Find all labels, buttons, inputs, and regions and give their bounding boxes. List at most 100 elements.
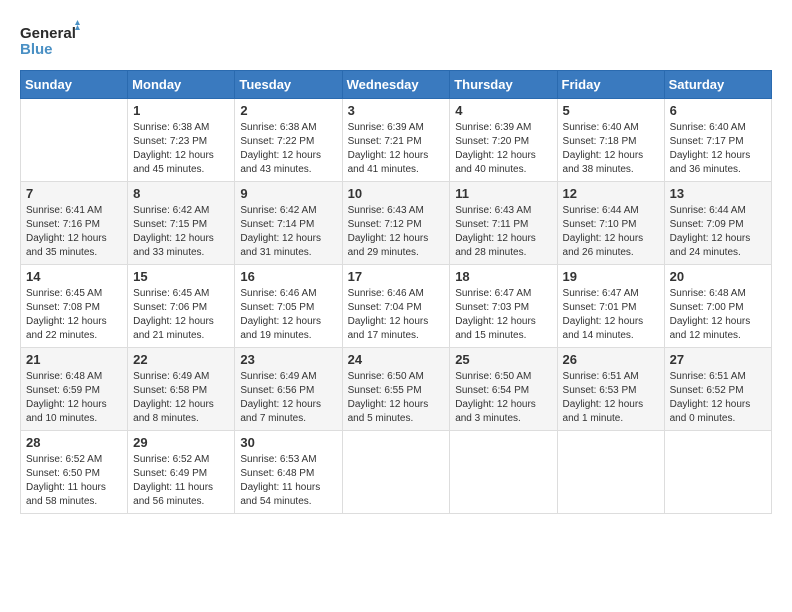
calendar-cell: 21 Sunrise: 6:48 AMSunset: 6:59 PMDaylig… — [21, 348, 128, 431]
calendar-cell: 3 Sunrise: 6:39 AMSunset: 7:21 PMDayligh… — [342, 99, 450, 182]
day-info: Sunrise: 6:40 AMSunset: 7:17 PMDaylight:… — [670, 121, 766, 177]
day-info: Sunrise: 6:49 AMSunset: 6:56 PMDaylight:… — [240, 370, 336, 426]
calendar-week-2: 7 Sunrise: 6:41 AMSunset: 7:16 PMDayligh… — [21, 182, 772, 265]
column-header-monday: Monday — [128, 71, 235, 99]
day-info: Sunrise: 6:51 AMSunset: 6:53 PMDaylight:… — [563, 370, 659, 426]
calendar-cell: 2 Sunrise: 6:38 AMSunset: 7:22 PMDayligh… — [235, 99, 342, 182]
svg-text:General: General — [20, 25, 76, 42]
calendar-cell: 15 Sunrise: 6:45 AMSunset: 7:06 PMDaylig… — [128, 265, 235, 348]
day-info: Sunrise: 6:53 AMSunset: 6:48 PMDaylight:… — [240, 453, 336, 509]
day-number: 10 — [348, 186, 445, 201]
day-number: 18 — [455, 269, 551, 284]
day-info: Sunrise: 6:42 AMSunset: 7:15 PMDaylight:… — [133, 204, 229, 260]
calendar-cell: 5 Sunrise: 6:40 AMSunset: 7:18 PMDayligh… — [557, 99, 664, 182]
day-info: Sunrise: 6:45 AMSunset: 7:08 PMDaylight:… — [26, 287, 122, 343]
calendar-cell — [342, 431, 450, 514]
calendar-cell: 6 Sunrise: 6:40 AMSunset: 7:17 PMDayligh… — [664, 99, 771, 182]
day-number: 29 — [133, 435, 229, 450]
calendar-cell: 10 Sunrise: 6:43 AMSunset: 7:12 PMDaylig… — [342, 182, 450, 265]
day-info: Sunrise: 6:47 AMSunset: 7:01 PMDaylight:… — [563, 287, 659, 343]
column-header-tuesday: Tuesday — [235, 71, 342, 99]
calendar-week-1: 1 Sunrise: 6:38 AMSunset: 7:23 PMDayligh… — [21, 99, 772, 182]
calendar-cell — [450, 431, 557, 514]
day-number: 23 — [240, 352, 336, 367]
calendar-cell: 1 Sunrise: 6:38 AMSunset: 7:23 PMDayligh… — [128, 99, 235, 182]
day-number: 30 — [240, 435, 336, 450]
calendar-cell: 26 Sunrise: 6:51 AMSunset: 6:53 PMDaylig… — [557, 348, 664, 431]
day-number: 22 — [133, 352, 229, 367]
day-info: Sunrise: 6:41 AMSunset: 7:16 PMDaylight:… — [26, 204, 122, 260]
day-number: 7 — [26, 186, 122, 201]
day-info: Sunrise: 6:42 AMSunset: 7:14 PMDaylight:… — [240, 204, 336, 260]
column-header-wednesday: Wednesday — [342, 71, 450, 99]
day-number: 21 — [26, 352, 122, 367]
day-number: 14 — [26, 269, 122, 284]
calendar-week-3: 14 Sunrise: 6:45 AMSunset: 7:08 PMDaylig… — [21, 265, 772, 348]
day-number: 2 — [240, 103, 336, 118]
day-number: 19 — [563, 269, 659, 284]
day-info: Sunrise: 6:48 AMSunset: 7:00 PMDaylight:… — [670, 287, 766, 343]
logo: General Blue — [20, 20, 80, 60]
day-info: Sunrise: 6:46 AMSunset: 7:04 PMDaylight:… — [348, 287, 445, 343]
calendar-cell: 16 Sunrise: 6:46 AMSunset: 7:05 PMDaylig… — [235, 265, 342, 348]
day-info: Sunrise: 6:51 AMSunset: 6:52 PMDaylight:… — [670, 370, 766, 426]
day-info: Sunrise: 6:39 AMSunset: 7:20 PMDaylight:… — [455, 121, 551, 177]
day-number: 25 — [455, 352, 551, 367]
day-info: Sunrise: 6:47 AMSunset: 7:03 PMDaylight:… — [455, 287, 551, 343]
day-number: 17 — [348, 269, 445, 284]
day-number: 4 — [455, 103, 551, 118]
calendar-week-4: 21 Sunrise: 6:48 AMSunset: 6:59 PMDaylig… — [21, 348, 772, 431]
calendar-cell: 27 Sunrise: 6:51 AMSunset: 6:52 PMDaylig… — [664, 348, 771, 431]
svg-text:Blue: Blue — [20, 41, 53, 58]
calendar-cell: 22 Sunrise: 6:49 AMSunset: 6:58 PMDaylig… — [128, 348, 235, 431]
day-info: Sunrise: 6:38 AMSunset: 7:22 PMDaylight:… — [240, 121, 336, 177]
calendar-cell: 23 Sunrise: 6:49 AMSunset: 6:56 PMDaylig… — [235, 348, 342, 431]
column-header-thursday: Thursday — [450, 71, 557, 99]
day-number: 8 — [133, 186, 229, 201]
calendar-cell: 12 Sunrise: 6:44 AMSunset: 7:10 PMDaylig… — [557, 182, 664, 265]
calendar-cell: 29 Sunrise: 6:52 AMSunset: 6:49 PMDaylig… — [128, 431, 235, 514]
calendar-cell: 11 Sunrise: 6:43 AMSunset: 7:11 PMDaylig… — [450, 182, 557, 265]
day-info: Sunrise: 6:44 AMSunset: 7:09 PMDaylight:… — [670, 204, 766, 260]
day-number: 5 — [563, 103, 659, 118]
calendar-cell: 19 Sunrise: 6:47 AMSunset: 7:01 PMDaylig… — [557, 265, 664, 348]
day-info: Sunrise: 6:52 AMSunset: 6:49 PMDaylight:… — [133, 453, 229, 509]
day-number: 24 — [348, 352, 445, 367]
day-info: Sunrise: 6:52 AMSunset: 6:50 PMDaylight:… — [26, 453, 122, 509]
day-info: Sunrise: 6:50 AMSunset: 6:55 PMDaylight:… — [348, 370, 445, 426]
calendar-cell: 8 Sunrise: 6:42 AMSunset: 7:15 PMDayligh… — [128, 182, 235, 265]
day-number: 11 — [455, 186, 551, 201]
calendar-table: SundayMondayTuesdayWednesdayThursdayFrid… — [20, 70, 772, 514]
day-number: 12 — [563, 186, 659, 201]
day-info: Sunrise: 6:39 AMSunset: 7:21 PMDaylight:… — [348, 121, 445, 177]
day-number: 13 — [670, 186, 766, 201]
calendar-cell: 28 Sunrise: 6:52 AMSunset: 6:50 PMDaylig… — [21, 431, 128, 514]
day-info: Sunrise: 6:43 AMSunset: 7:11 PMDaylight:… — [455, 204, 551, 260]
day-number: 9 — [240, 186, 336, 201]
calendar-cell: 13 Sunrise: 6:44 AMSunset: 7:09 PMDaylig… — [664, 182, 771, 265]
calendar-cell: 30 Sunrise: 6:53 AMSunset: 6:48 PMDaylig… — [235, 431, 342, 514]
day-number: 3 — [348, 103, 445, 118]
calendar-cell: 9 Sunrise: 6:42 AMSunset: 7:14 PMDayligh… — [235, 182, 342, 265]
calendar-cell: 14 Sunrise: 6:45 AMSunset: 7:08 PMDaylig… — [21, 265, 128, 348]
day-info: Sunrise: 6:40 AMSunset: 7:18 PMDaylight:… — [563, 121, 659, 177]
calendar-cell: 17 Sunrise: 6:46 AMSunset: 7:04 PMDaylig… — [342, 265, 450, 348]
day-info: Sunrise: 6:43 AMSunset: 7:12 PMDaylight:… — [348, 204, 445, 260]
calendar-week-5: 28 Sunrise: 6:52 AMSunset: 6:50 PMDaylig… — [21, 431, 772, 514]
day-info: Sunrise: 6:46 AMSunset: 7:05 PMDaylight:… — [240, 287, 336, 343]
calendar-cell: 24 Sunrise: 6:50 AMSunset: 6:55 PMDaylig… — [342, 348, 450, 431]
calendar-cell: 25 Sunrise: 6:50 AMSunset: 6:54 PMDaylig… — [450, 348, 557, 431]
day-number: 16 — [240, 269, 336, 284]
day-info: Sunrise: 6:48 AMSunset: 6:59 PMDaylight:… — [26, 370, 122, 426]
calendar-cell — [664, 431, 771, 514]
day-number: 26 — [563, 352, 659, 367]
day-number: 6 — [670, 103, 766, 118]
calendar-header-row: SundayMondayTuesdayWednesdayThursdayFrid… — [21, 71, 772, 99]
calendar-cell: 18 Sunrise: 6:47 AMSunset: 7:03 PMDaylig… — [450, 265, 557, 348]
column-header-friday: Friday — [557, 71, 664, 99]
day-info: Sunrise: 6:49 AMSunset: 6:58 PMDaylight:… — [133, 370, 229, 426]
day-number: 20 — [670, 269, 766, 284]
day-number: 1 — [133, 103, 229, 118]
column-header-sunday: Sunday — [21, 71, 128, 99]
calendar-cell: 7 Sunrise: 6:41 AMSunset: 7:16 PMDayligh… — [21, 182, 128, 265]
